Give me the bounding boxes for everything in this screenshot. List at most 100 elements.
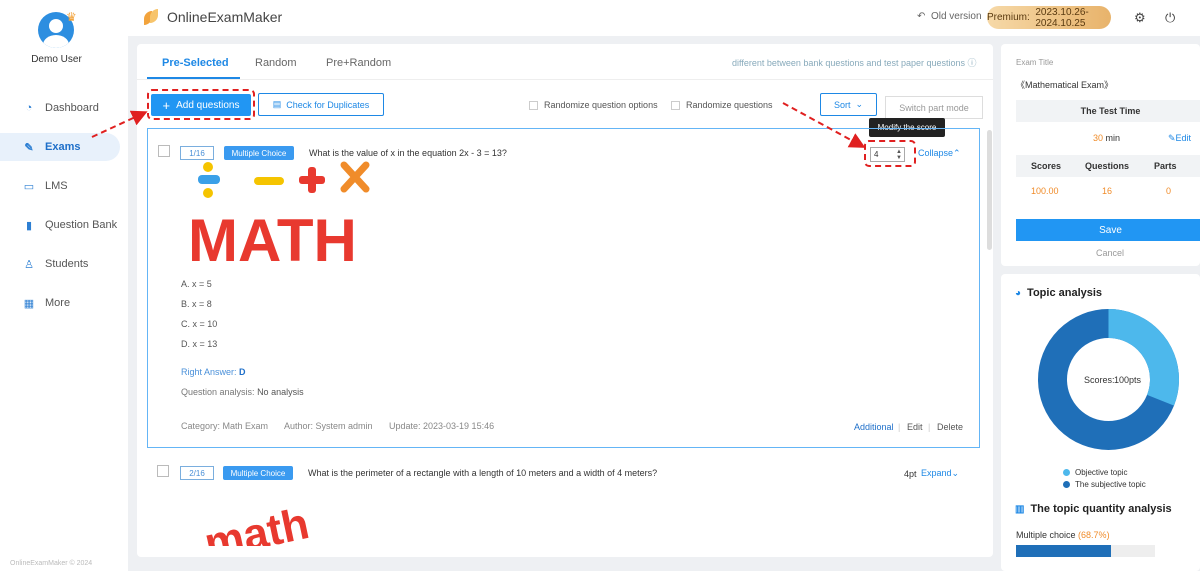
- math-image-text: MATH: [188, 207, 357, 267]
- legend-objective: Objective topic: [1063, 468, 1127, 477]
- question-text: What is the perimeter of a rectangle wit…: [308, 468, 658, 478]
- edit-time-label: Edit: [1175, 133, 1192, 143]
- additional-link[interactable]: Additional: [854, 422, 894, 432]
- donut-center-label: Scores:: [1084, 375, 1115, 385]
- legend-dot: [1063, 469, 1070, 476]
- sort-label: Sort: [833, 99, 851, 110]
- main-panel: Pre-Selected Random Pre+Random different…: [137, 44, 993, 557]
- switch-part-mode-button[interactable]: Switch part mode: [885, 96, 983, 119]
- premium-dates: 2023.10.26-2024.10.25: [1035, 6, 1089, 29]
- sidebar-item-label: Dashboard: [45, 102, 99, 114]
- analysis-value: No analysis: [257, 387, 304, 397]
- check-duplicates-label: Check for Duplicates: [286, 99, 370, 110]
- edit-time-button[interactable]: ✎Edit: [1168, 133, 1191, 144]
- time-number: 30: [1093, 133, 1104, 143]
- question-card[interactable]: 1/16 Multiple Choice What is the value o…: [147, 128, 980, 448]
- option-b: B. x = 8: [181, 299, 212, 309]
- exam-title: 《Mathematical Exam》: [1016, 80, 1114, 90]
- sidebar-item-lms[interactable]: ▭ LMS: [0, 172, 128, 200]
- exam-title-label: Exam Title: [1016, 58, 1054, 67]
- multiple-choice-bar-fill: [1016, 545, 1112, 557]
- crown-icon: ♛: [66, 10, 77, 24]
- right-answer-value: D: [239, 367, 246, 377]
- analysis-label: Question analysis:: [181, 387, 255, 397]
- chevron-up-icon: ⌃: [953, 148, 961, 158]
- test-time-header: The Test Time: [1016, 100, 1200, 122]
- chevron-down-icon: ⌄: [855, 99, 864, 109]
- sidebar-item-dashboard[interactable]: ◔ Dashboard: [0, 94, 128, 122]
- parts-value: 0: [1166, 186, 1172, 196]
- topic-analysis-label: Topic analysis: [1027, 287, 1103, 299]
- tab-pre-selected[interactable]: Pre-Selected: [162, 57, 229, 69]
- pie-chart-icon: ◕: [1015, 287, 1022, 299]
- expand-toggle[interactable]: Expand⌄: [921, 468, 959, 479]
- old-version-link[interactable]: ↶ Old version: [917, 11, 982, 22]
- tab-pre-random[interactable]: Pre+Random: [326, 57, 391, 69]
- question-number: 2/16: [180, 466, 214, 480]
- expand-label: Expand: [921, 468, 952, 478]
- history-icon: ↶: [917, 11, 926, 22]
- top-bar: OnlineExamMaker ↶ Old version Premium: 2…: [128, 0, 1200, 36]
- questions-header: Questions: [1085, 161, 1130, 171]
- sidebar-item-exams[interactable]: ✎ Exams: [0, 133, 120, 161]
- multiple-choice-percent: (68.7%): [1078, 530, 1110, 540]
- premium-badge[interactable]: Premium: 2023.10.26-2024.10.25: [987, 6, 1111, 29]
- sidebar-item-label: More: [45, 297, 71, 309]
- multiple-choice-stat: Multiple choice (68.7%): [1016, 530, 1110, 540]
- tab-divider: [137, 79, 993, 80]
- option-d: D. x = 13: [181, 339, 218, 349]
- multiple-choice-label: Multiple choice: [1016, 530, 1076, 540]
- edit-link[interactable]: Edit: [907, 422, 923, 432]
- save-button[interactable]: Save: [1016, 219, 1200, 241]
- check-duplicates-button[interactable]: ▤ Check for Duplicates: [258, 93, 384, 116]
- dashboard-icon: ◔: [25, 102, 33, 114]
- question-text: What is the value of x in the equation 2…: [309, 148, 507, 158]
- person-icon: ♙: [24, 258, 34, 271]
- sidebar-item-question-bank[interactable]: ▮ Question Bank: [0, 211, 128, 239]
- checkbox-box[interactable]: [671, 100, 680, 110]
- pencil-icon: ✎: [24, 141, 34, 154]
- sidebar-item-label: Question Bank: [45, 219, 118, 231]
- randomize-questions-checkbox[interactable]: Randomize questions: [671, 100, 773, 110]
- right-answer-label: Right Answer:: [181, 367, 237, 377]
- delete-link[interactable]: Delete: [937, 422, 963, 432]
- collapse-label: Collapse: [918, 148, 954, 158]
- questions-value: 16: [1102, 186, 1113, 196]
- time-unit: min: [1105, 133, 1121, 143]
- question-checkbox[interactable]: [158, 145, 170, 157]
- highlight-add-questions: [147, 89, 255, 120]
- quantity-analysis-title: ▥ The topic quantity analysis: [1015, 503, 1172, 515]
- sidebar-item-students[interactable]: ♙ Students: [0, 250, 128, 278]
- question-checkbox[interactable]: [157, 465, 169, 477]
- sidebar-item-more[interactable]: ▦ More: [0, 289, 128, 317]
- difference-note-label: different between bank questions and tes…: [732, 58, 965, 68]
- brand-name: OnlineExamMaker: [167, 9, 283, 25]
- divider: |: [928, 422, 931, 432]
- legend-label: The subjective topic: [1075, 480, 1146, 489]
- chevron-down-icon: ⌄: [951, 468, 960, 478]
- difference-note[interactable]: different between bank questions and tes…: [732, 56, 977, 69]
- gear-icon[interactable]: ⚙: [1134, 10, 1146, 26]
- tab-random[interactable]: Random: [255, 57, 297, 69]
- stats-header: Scores Questions Parts: [1016, 155, 1200, 177]
- quantity-analysis-label: The topic quantity analysis: [1030, 503, 1172, 515]
- power-icon[interactable]: ⏻: [1165, 10, 1175, 26]
- username: Demo User: [31, 54, 82, 65]
- question-number: 1/16: [180, 146, 214, 160]
- math-cartoon-image: MATH: [188, 161, 370, 267]
- sidebar-item-label: Students: [45, 258, 89, 270]
- randomize-options-checkbox[interactable]: Randomize question options: [529, 100, 658, 110]
- scrollbar[interactable]: [987, 130, 992, 250]
- option-a: A. x = 5: [181, 279, 212, 289]
- cancel-button[interactable]: Cancel: [1096, 248, 1124, 258]
- brand-logo[interactable]: OnlineExamMaker: [144, 9, 282, 25]
- legend-label: Objective topic: [1075, 468, 1128, 477]
- book-icon: ▭: [23, 180, 35, 193]
- checkbox-box[interactable]: [529, 100, 538, 110]
- bar-chart-icon: ▥: [1015, 503, 1025, 515]
- document-icon: ▤: [272, 99, 282, 109]
- sidebar-item-label: LMS: [45, 180, 68, 192]
- sort-button[interactable]: Sort ⌄: [820, 93, 877, 116]
- grid-icon: ▦: [23, 297, 35, 310]
- collapse-toggle[interactable]: Collapse⌃: [918, 148, 961, 159]
